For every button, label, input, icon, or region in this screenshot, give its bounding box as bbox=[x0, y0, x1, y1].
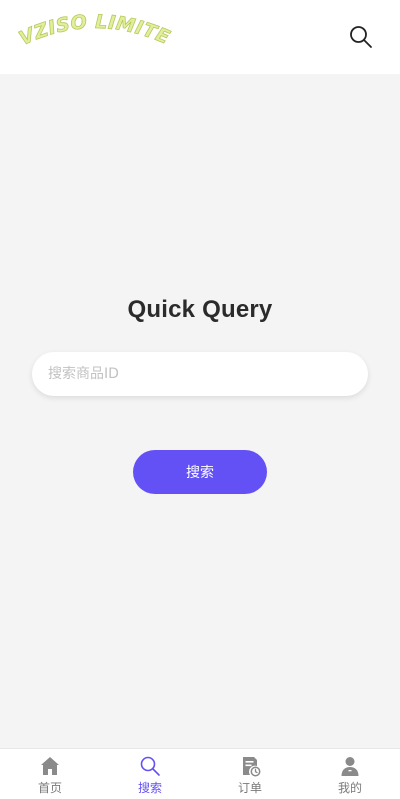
nav-label-home: 首页 bbox=[37, 781, 62, 795]
nav-label-search: 搜索 bbox=[137, 781, 162, 795]
home-icon bbox=[41, 757, 59, 775]
nav-item-search[interactable]: 搜索 bbox=[100, 749, 200, 799]
nav-item-orders[interactable]: 订单 bbox=[200, 749, 300, 799]
page: EVZISO LIMITED Quick Query 搜索 首页 搜索 bbox=[0, 0, 400, 799]
search-input[interactable] bbox=[32, 352, 368, 396]
header: EVZISO LIMITED bbox=[0, 0, 400, 74]
nav-label-orders: 订单 bbox=[237, 781, 262, 795]
search-button[interactable]: 搜索 bbox=[133, 450, 267, 494]
svg-text:EVZISO LIMITED: EVZISO LIMITED bbox=[14, 14, 173, 50]
nav-item-home[interactable]: 首页 bbox=[0, 749, 100, 799]
nav-label-profile: 我的 bbox=[337, 781, 362, 795]
bottom-nav: 首页 搜索 订单 我的 bbox=[0, 748, 400, 799]
page-title: Quick Query bbox=[127, 296, 273, 323]
search-icon[interactable] bbox=[348, 24, 374, 50]
profile-icon bbox=[341, 757, 359, 776]
nav-item-profile[interactable]: 我的 bbox=[300, 749, 400, 799]
search-icon bbox=[140, 756, 160, 776]
orders-icon bbox=[243, 757, 261, 777]
brand-logo: EVZISO LIMITED bbox=[14, 14, 173, 50]
search-field[interactable] bbox=[32, 352, 368, 396]
